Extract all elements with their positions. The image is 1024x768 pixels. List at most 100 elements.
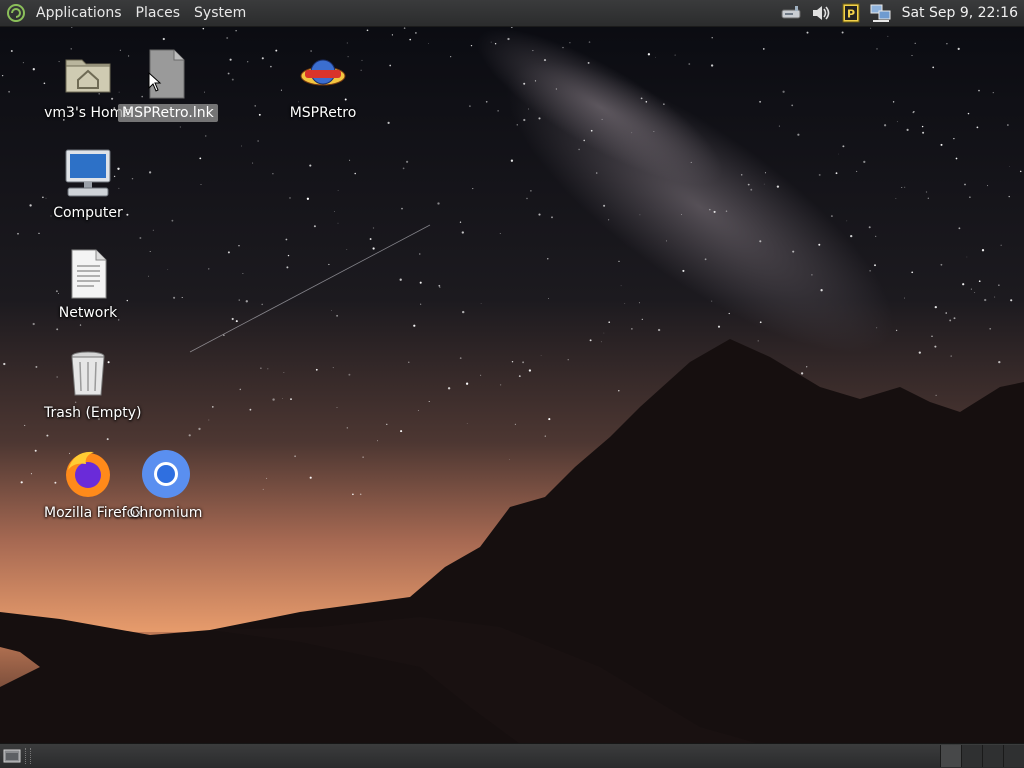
- star: [202, 27, 205, 30]
- show-desktop-icon[interactable]: [3, 748, 21, 764]
- star: [171, 219, 174, 222]
- star: [386, 423, 388, 425]
- star: [913, 111, 915, 113]
- workspace-3[interactable]: [982, 745, 1003, 767]
- star: [328, 263, 330, 266]
- desktop-icon-trash[interactable]: Trash (Empty): [40, 348, 142, 422]
- star: [336, 406, 338, 409]
- star: [17, 232, 19, 235]
- star: [953, 137, 955, 140]
- star: [964, 183, 966, 186]
- star: [764, 172, 767, 174]
- night-sky-lake-image: [0, 27, 1024, 744]
- desktop-icon-label: Trash (Empty): [44, 405, 142, 421]
- star: [583, 139, 586, 142]
- star: [950, 355, 952, 357]
- distro-logo-icon[interactable]: [6, 3, 26, 23]
- star: [663, 103, 665, 105]
- star: [281, 398, 283, 399]
- star: [969, 196, 971, 198]
- star: [459, 357, 462, 359]
- star: [249, 408, 252, 411]
- star: [510, 159, 514, 162]
- star: [645, 101, 648, 103]
- network-connection-icon[interactable]: [870, 2, 892, 24]
- star: [901, 187, 903, 188]
- star: [791, 104, 794, 107]
- star: [1008, 195, 1010, 198]
- star: [447, 387, 451, 390]
- star: [462, 310, 465, 314]
- star: [750, 188, 753, 191]
- star: [507, 37, 510, 41]
- star: [984, 298, 987, 302]
- star: [681, 214, 683, 216]
- star: [354, 172, 356, 175]
- star: [940, 263, 943, 266]
- star: [806, 366, 808, 368]
- desktop-icon-computer[interactable]: Computer: [40, 148, 136, 222]
- star: [56, 328, 59, 331]
- main-menu: Applications Places System: [0, 0, 253, 26]
- star: [331, 310, 332, 312]
- star: [976, 126, 979, 129]
- workspace-4[interactable]: [1003, 745, 1024, 767]
- star: [927, 197, 929, 199]
- desktop-wallpaper: [0, 27, 1024, 744]
- star: [208, 268, 210, 270]
- panel-handle[interactable]: [25, 748, 31, 764]
- star: [782, 90, 785, 93]
- workspace-1[interactable]: [940, 745, 961, 767]
- star: [242, 273, 244, 275]
- star: [427, 43, 429, 44]
- star: [262, 488, 264, 490]
- menu-places[interactable]: Places: [129, 0, 188, 26]
- document-icon: [71, 249, 107, 299]
- star: [149, 250, 151, 253]
- star: [974, 291, 976, 293]
- star: [903, 297, 906, 299]
- star: [359, 493, 362, 496]
- star: [272, 173, 274, 175]
- star: [29, 204, 32, 207]
- star: [490, 41, 492, 43]
- star: [514, 423, 516, 425]
- menu-applications[interactable]: Applications: [29, 0, 129, 26]
- star: [710, 64, 714, 67]
- star: [211, 406, 214, 408]
- star: [935, 394, 937, 396]
- star: [875, 235, 877, 238]
- star: [842, 145, 845, 148]
- star: [688, 63, 691, 65]
- star: [198, 427, 201, 431]
- clock[interactable]: Sat Sep 9, 22:16: [896, 0, 1024, 26]
- star: [800, 372, 804, 375]
- star: [526, 197, 528, 200]
- star: [957, 47, 960, 51]
- star: [315, 368, 318, 371]
- home-folder-icon: [65, 59, 111, 93]
- star: [759, 321, 762, 324]
- star: [408, 361, 410, 363]
- star: [945, 312, 947, 314]
- desktop-icon-network[interactable]: Network: [40, 248, 136, 322]
- network-drive-icon[interactable]: [780, 2, 802, 24]
- star: [987, 185, 989, 187]
- star: [932, 66, 935, 69]
- parcellite-icon[interactable]: P: [840, 2, 862, 24]
- star: [290, 398, 292, 400]
- star: [439, 286, 441, 288]
- star: [967, 112, 970, 115]
- volume-icon[interactable]: [810, 2, 832, 24]
- star: [887, 35, 889, 37]
- star: [934, 345, 937, 348]
- desktop-icon-mspretro-lnk[interactable]: MSPRetro.lnk: [118, 48, 218, 122]
- star: [934, 305, 937, 309]
- desktop-icon-mspretro[interactable]: MSPRetro: [275, 48, 371, 122]
- star: [874, 264, 876, 267]
- workspace-2[interactable]: [961, 745, 982, 767]
- star: [32, 68, 35, 71]
- menu-system[interactable]: System: [187, 0, 253, 26]
- star: [709, 208, 711, 211]
- desktop-icon-chromium[interactable]: Chromium: [118, 448, 214, 522]
